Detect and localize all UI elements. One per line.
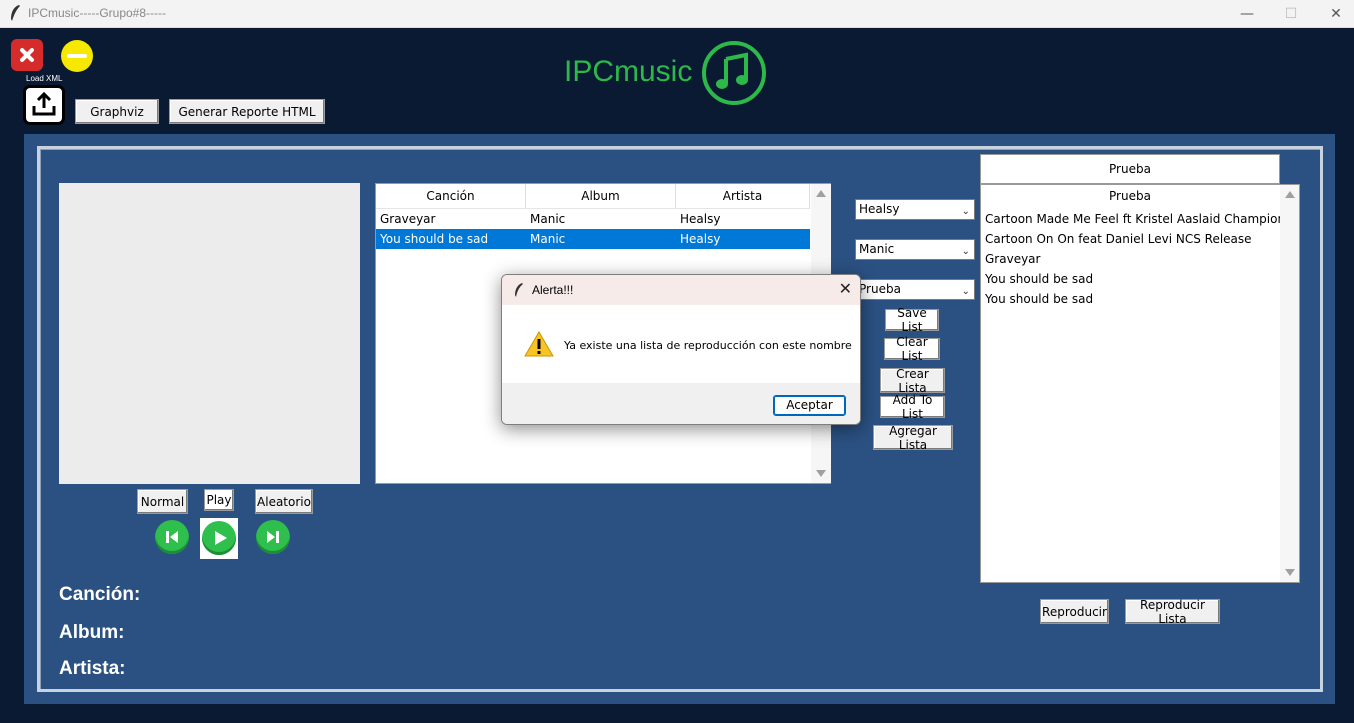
list-item[interactable]: Graveyar [985,252,1040,266]
window-titlebar: IPCmusic-----Grupo#8----- — ☐ ✕ [0,0,1354,28]
list-item[interactable]: Cartoon On On feat Daniel Levi NCS Relea… [985,232,1252,246]
playlist-select[interactable]: Prueba ⌄ [855,279,975,300]
album-select-value: Manic [859,242,895,256]
album-art [59,183,360,484]
window-close-button[interactable]: ✕ [1313,0,1354,28]
create-list-button[interactable]: Crear Lista [880,367,945,395]
artist-select-value: Healsy [859,202,900,216]
list-item[interactable]: You should be sad [985,292,1093,306]
chevron-down-icon: ⌄ [961,286,970,297]
scroll-up-icon[interactable] [1285,191,1295,198]
chevron-down-icon: ⌄ [961,206,970,217]
playlist-title: Prueba [1109,189,1151,203]
play-button[interactable] [202,521,236,555]
app-minimize-icon[interactable] [61,40,93,72]
cell-album: Manic [530,232,566,246]
column-header-song[interactable]: Canción [376,184,526,209]
playlist-listbox[interactable]: Prueba Cartoon Made Me Feel ft Kristel A… [980,184,1300,583]
play-list-button[interactable]: Reproducir Lista [1125,598,1220,626]
generate-report-button[interactable]: Generar Reporte HTML [169,99,325,124]
feather-icon [11,5,20,21]
alert-dialog-close-button[interactable]: ✕ [839,279,852,298]
alert-dialog-message: Ya existe una lista de reproducción con … [564,339,852,352]
cell-artist: Healsy [680,212,721,226]
scroll-down-icon[interactable] [1285,569,1295,576]
play-label-button[interactable]: Play [204,489,234,511]
list-item[interactable]: Cartoon Made Me Feel ft Kristel Aaslaid … [985,212,1299,226]
add-to-list-button[interactable]: Add To List [880,393,945,421]
scroll-down-icon[interactable] [816,470,826,477]
window-maximize-button[interactable]: ☐ [1268,0,1314,28]
cell-album: Manic [530,212,566,226]
table-row-selected[interactable]: You should be sad Manic Healsy [376,229,810,249]
accept-button[interactable]: Aceptar [773,395,846,416]
table-row[interactable]: Graveyar Manic Healsy [376,209,810,229]
app-logo-text: IPCmusic [564,55,693,88]
normal-mode-button[interactable]: Normal [137,489,188,514]
column-header-album[interactable]: Album [526,184,676,209]
next-track-button[interactable] [256,520,290,554]
graphviz-button[interactable]: Graphviz [75,99,159,124]
play-icon [215,531,227,545]
alert-dialog: Alerta!!! ✕ Ya existe una lista de repro… [501,274,861,425]
chevron-down-icon: ⌄ [961,246,970,257]
random-mode-button[interactable]: Aleatorio [255,489,313,514]
load-xml-label: Load XML [26,74,63,83]
skip-next-icon [267,531,279,543]
playlist-header: Prueba [980,154,1280,184]
load-xml-button[interactable] [23,85,65,125]
warning-icon [524,331,554,357]
column-header-artist[interactable]: Artista [676,184,810,209]
cell-song: Graveyar [380,212,436,226]
playlist-select-value: Prueba [859,282,901,296]
playlist-scrollbar[interactable] [1280,185,1299,582]
skip-previous-icon [166,531,178,543]
app-close-icon[interactable] [11,39,43,71]
clear-list-button[interactable]: Clear List [884,335,940,363]
list-item[interactable]: You should be sad [985,272,1093,286]
play-button-list[interactable]: Reproducir [1040,599,1109,624]
window-title: IPCmusic-----Grupo#8----- [28,6,166,20]
album-info-label: Album: [59,622,125,643]
artist-select[interactable]: Healsy ⌄ [855,199,975,220]
alert-dialog-titlebar: Alerta!!! ✕ [502,275,860,305]
add-list-button[interactable]: Agregar Lista [873,424,953,452]
artist-info-label: Artista: [59,658,126,679]
album-select[interactable]: Manic ⌄ [855,239,975,260]
cell-song: You should be sad [380,232,489,246]
save-list-button[interactable]: Save List [885,306,939,334]
scroll-up-icon[interactable] [816,190,826,197]
upload-icon [32,91,56,116]
feather-icon [515,283,523,297]
previous-track-button[interactable] [155,520,189,554]
window-minimize-button[interactable]: — [1224,0,1270,28]
alert-dialog-title: Alerta!!! [532,283,574,297]
music-note-icon [702,41,766,105]
cell-artist: Healsy [680,232,721,246]
song-info-label: Canción: [59,584,141,605]
